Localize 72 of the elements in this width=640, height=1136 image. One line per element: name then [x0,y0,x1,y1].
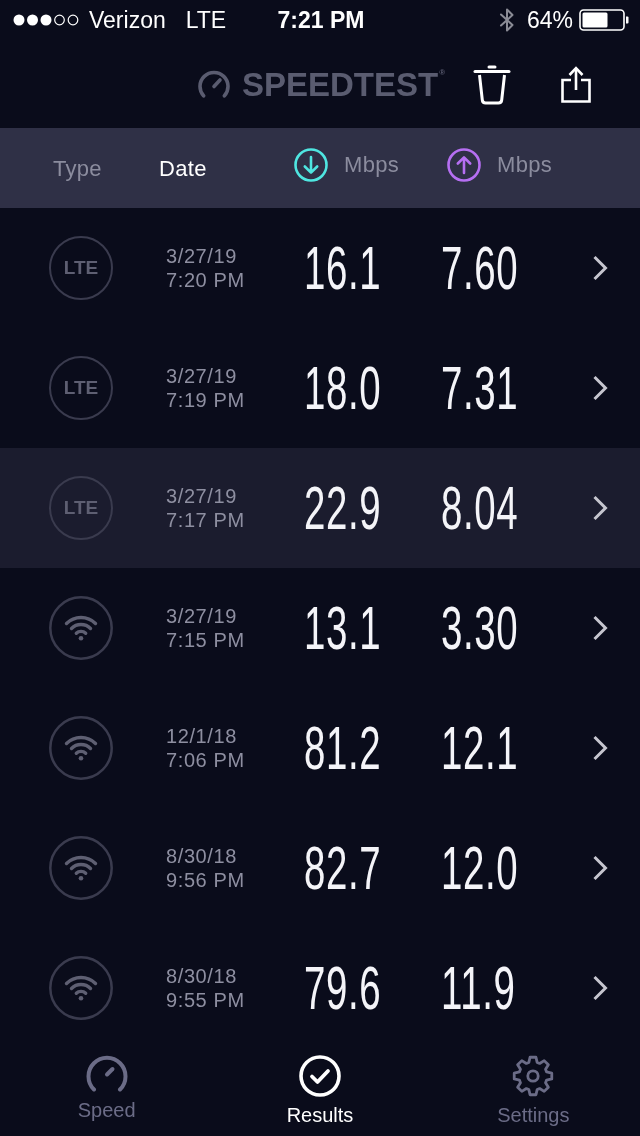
download-speed-text: 81.2 [304,717,382,779]
wifi-icon [49,956,113,1020]
result-row[interactable]: LTE 3/27/19 7:20 PM 16.1 7.60 [0,208,640,328]
time-text: 7:15 PM [166,628,245,652]
download-speed-text: 22.9 [304,477,382,539]
download-speed-text: 18.0 [304,357,382,419]
column-header[interactable]: Mbps [294,147,399,182]
chevron-icon [592,735,608,761]
date-text: 12/1/18 [166,724,237,748]
time-text: 9:56 PM [166,868,245,892]
time-text: 7:17 PM [166,508,245,532]
upload-icon [447,147,481,182]
upload-speed-text: 11.9 [441,957,516,1019]
date-text: 8/30/18 [166,964,237,988]
upload-speed-text: 7.31 [441,357,519,419]
result-row[interactable]: LTE 3/27/19 7:17 PM 22.9 8.04 [0,448,640,568]
result-row[interactable]: LTE 3/27/19 7:19 PM 18.0 7.31 [0,328,640,448]
date-text: 3/27/19 [166,244,237,268]
upload-speed-text: 7.60 [441,237,519,299]
tab-bar-item[interactable]: Results [286,1055,354,1130]
network-type-badge: LTE [49,476,113,540]
share-icon[interactable] [561,65,592,103]
download-speed-text: 79.6 [304,957,382,1019]
download-icon [294,147,328,182]
carrier-text: Verizon [89,5,166,35]
tab-bar-item[interactable]: Speed [77,1055,136,1125]
network-type-badge: LTE [49,356,113,420]
upload-speed-text: 12.0 [441,837,519,899]
time-text: 7:19 PM [166,388,245,412]
battery-percent-text: 64% [526,5,573,35]
wifi-icon [49,596,113,660]
upload-speed-text: 8.04 [441,477,519,539]
clock-text: 7:21 PM [277,5,365,35]
settings-icon [512,1055,555,1097]
battery-icon [579,9,629,31]
gauge-icon [197,70,231,98]
bluetooth-icon [498,7,515,33]
chevron-icon [592,975,608,1001]
check-circle-icon [299,1055,341,1097]
result-row[interactable]: 12/1/18 7:06 PM 81.2 12.1 [0,688,640,808]
chevron-icon [592,375,608,401]
column-header[interactable]: Type [53,151,102,185]
chevron-icon [592,495,608,521]
time-text: 7:06 PM [166,748,245,772]
download-speed-text: 13.1 [304,597,382,659]
trash-icon[interactable] [473,63,512,105]
time-text: 7:20 PM [166,268,245,292]
network-type-text: LTE [185,5,227,35]
app-logo-text: SPEEDTEST$^{®}$ [242,67,446,101]
result-row[interactable]: 8/30/18 9:55 PM 79.6 11.9 [0,928,640,1048]
column-header[interactable]: Mbps [447,147,552,182]
wifi-icon [49,836,113,900]
chevron-icon [592,615,608,641]
date-text: 3/27/19 [166,484,237,508]
tab-bar-item[interactable]: Settings [497,1055,570,1130]
time-text: 9:55 PM [166,988,245,1012]
download-speed-text: 16.1 [304,237,382,299]
network-type-badge: LTE [49,236,113,300]
result-row[interactable]: 8/30/18 9:56 PM 82.7 12.0 [0,808,640,928]
date-text: 8/30/18 [166,844,237,868]
result-row[interactable]: 3/27/19 7:15 PM 13.1 3.30 [0,568,640,688]
chevron-icon [592,255,608,281]
chevron-icon [592,855,608,881]
wifi-icon [49,716,113,780]
gauge-icon [85,1055,128,1092]
date-text: 3/27/19 [166,364,237,388]
signal-strength-icon [13,13,80,27]
download-speed-text: 82.7 [304,837,382,899]
upload-speed-text: 3.30 [441,597,519,659]
upload-speed-text: 12.1 [441,717,519,779]
date-text: 3/27/19 [166,604,237,628]
column-header[interactable]: Date [159,151,207,185]
